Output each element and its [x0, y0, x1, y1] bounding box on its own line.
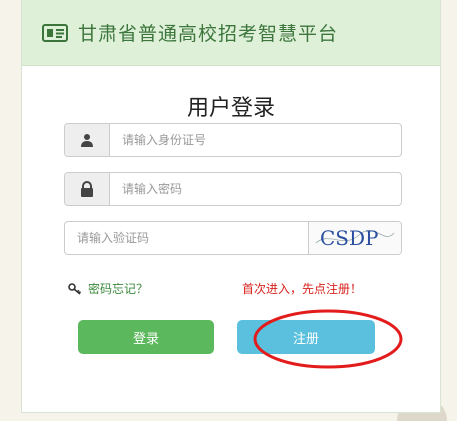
login-button[interactable]: 登录 [78, 320, 214, 354]
password-input[interactable] [110, 173, 401, 205]
login-panel: 甘肃省普通高校招考智慧平台 用户登录 CSDP [21, 0, 441, 413]
first-visit-link[interactable]: 首次进入，先点注册！ [242, 280, 362, 297]
forgot-password-label: 密码忘记？ [88, 282, 149, 296]
captcha-input[interactable] [65, 222, 308, 254]
register-button[interactable]: 注册 [237, 320, 375, 354]
id-card-icon [42, 23, 68, 42]
id-number-input[interactable] [110, 124, 401, 156]
id-number-group [64, 123, 402, 157]
forgot-password-link[interactable]: 密码忘记？ [68, 280, 148, 297]
captcha-group: CSDP [64, 221, 402, 255]
user-icon [65, 124, 110, 156]
header-title: 甘肃省普通高校招考智慧平台 [78, 23, 339, 45]
captcha-image[interactable]: CSDP [308, 222, 401, 254]
page-title: 用户登录 [186, 96, 275, 121]
lock-icon [65, 173, 110, 205]
captcha-text: CSDP [320, 226, 379, 250]
password-group [64, 172, 402, 206]
key-icon [68, 282, 82, 295]
header: 甘肃省普通高校招考智慧平台 [22, 0, 440, 66]
